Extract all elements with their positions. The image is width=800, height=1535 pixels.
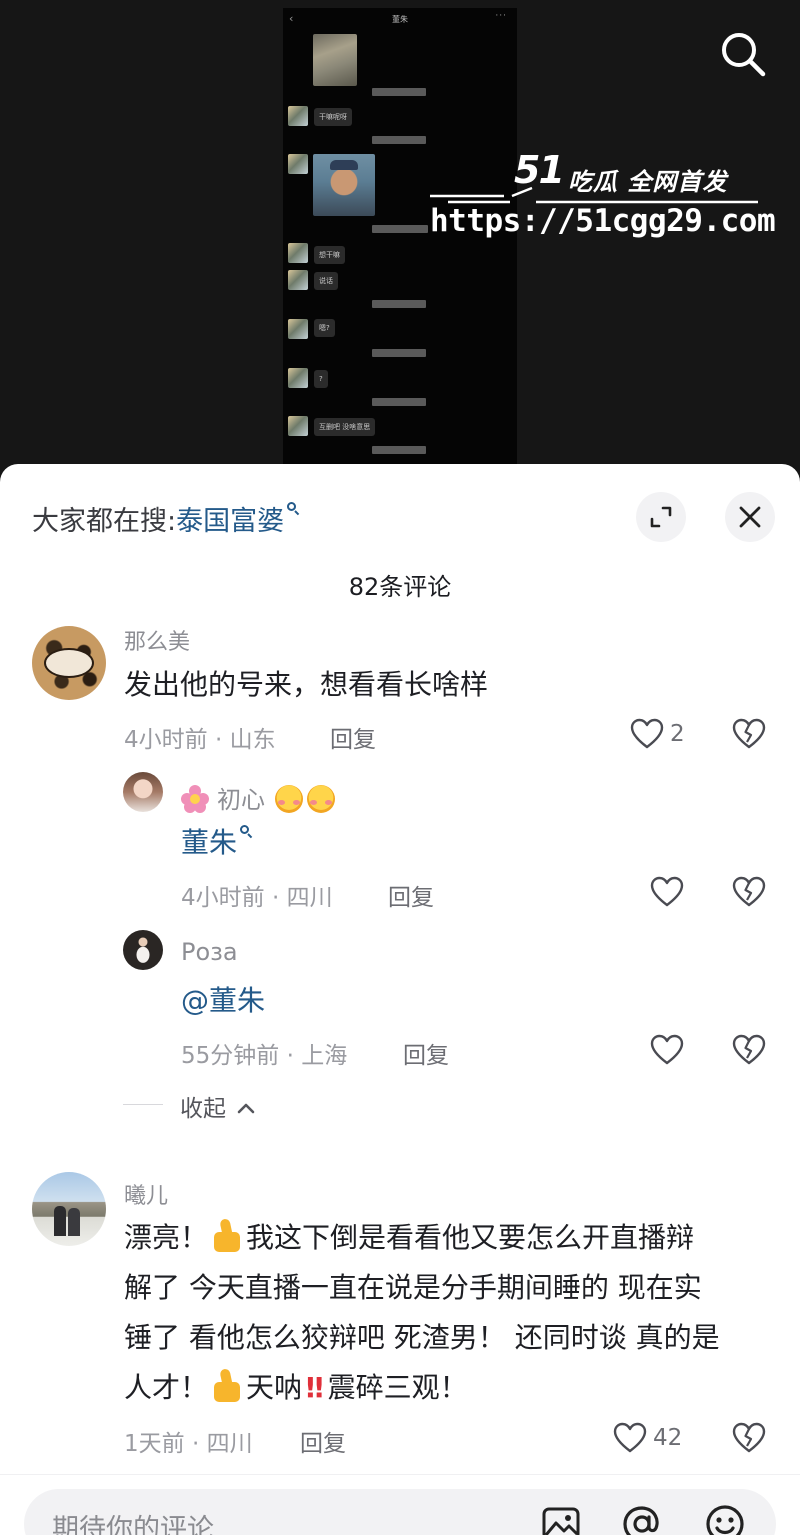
search-small-icon: [239, 822, 253, 840]
broken-heart-icon[interactable]: [732, 1422, 766, 1454]
chat-timestamp: [372, 300, 426, 308]
comment-count-title: 82条评论: [348, 573, 452, 601]
watermark-logo-number: 51: [514, 148, 565, 192]
chat-header: ‹ 董朱 ···: [283, 8, 517, 34]
expand-icon: [650, 506, 672, 528]
watermark-tagline: 吃瓜 全网首发: [568, 168, 728, 196]
comment-text-line: 锤了 看他怎么狡辩吧 死渣男！ 还同时谈 真的是: [124, 1321, 720, 1354]
close-button[interactable]: [725, 492, 775, 542]
comment-meta: 1天前 · 四川: [124, 1431, 253, 1457]
heart-icon[interactable]: [650, 1034, 684, 1066]
comment-text-segment: 漂亮！: [124, 1221, 209, 1254]
at-icon[interactable]: [621, 1503, 663, 1535]
chat-avatar: [288, 368, 308, 388]
double-exclamation-emoji-icon: !!: [304, 1371, 325, 1404]
expand-button[interactable]: [636, 492, 686, 542]
avatar[interactable]: [32, 626, 106, 700]
like-button[interactable]: 2: [630, 718, 685, 750]
reply-button[interactable]: 回复: [300, 1424, 346, 1458]
chat-timestamp: [372, 225, 428, 233]
comment-text-line: 人才！ 天呐!! 震碎三观！: [124, 1363, 468, 1413]
chat-text-message: 嗯?: [314, 319, 335, 337]
comment-mention[interactable]: @董朱: [181, 976, 265, 1026]
chat-text-message: 干嘛呢呀: [314, 108, 352, 126]
comment-text-segment: 人才！: [124, 1371, 209, 1404]
chat-avatar: [288, 243, 308, 263]
hot-search-term[interactable]: 泰国富婆: [176, 506, 284, 537]
comment-text-segment: 天呐: [246, 1371, 303, 1404]
chat-text-message: 说话: [314, 272, 338, 290]
chat-timestamp: [372, 398, 426, 406]
comment-username[interactable]: 初心: [181, 780, 337, 815]
broken-heart-icon[interactable]: [732, 1034, 766, 1066]
heart-icon[interactable]: [650, 876, 684, 908]
watermark-url: https://51cgg29.com: [430, 203, 776, 239]
comment-meta: 55分钟前 · 上海: [181, 1043, 348, 1069]
comment-username[interactable]: Роза: [181, 938, 238, 966]
chat-text-message: 互删吧 没啥意思: [314, 418, 376, 436]
reply-button[interactable]: 回复: [403, 1036, 449, 1070]
chevron-up-icon: [238, 1103, 255, 1114]
input-divider: [0, 1474, 800, 1475]
chat-image-message: [313, 34, 357, 86]
comment-text-line: 漂亮！ 我这下倒是看看他又要怎么开直播辩: [124, 1213, 694, 1263]
search-small-icon: [286, 499, 300, 517]
like-count: 2: [670, 721, 685, 747]
emoji-icon[interactable]: [704, 1503, 746, 1535]
smiling-hearts-emoji-icon: [274, 785, 303, 813]
collapse-divider: [123, 1104, 163, 1105]
reply-button[interactable]: 回复: [330, 720, 376, 754]
chat-avatar: [288, 319, 308, 339]
video-area[interactable]: ‹ 董朱 ··· 干嘛呢呀 想干嘛 说话 嗯? ? 互删吧 没啥意思 51 吃瓜…: [0, 0, 800, 490]
comment-meta: 4小时前 · 四川: [181, 885, 333, 911]
avatar[interactable]: [32, 1172, 106, 1246]
comment-meta: 4小时前 · 山东: [124, 727, 276, 753]
broken-heart-icon[interactable]: [732, 876, 766, 908]
heart-icon: [630, 718, 664, 749]
broken-heart-icon[interactable]: [732, 718, 766, 750]
chat-timestamp: [372, 136, 426, 144]
comment-username[interactable]: 那么美: [124, 624, 190, 656]
hot-search-label: 大家都在搜:: [32, 506, 177, 537]
comment-mention[interactable]: 董朱: [181, 818, 253, 868]
chat-avatar: [288, 154, 308, 174]
close-icon: [739, 506, 761, 528]
smiling-hearts-emoji-icon: [306, 785, 335, 813]
collapse-replies-button[interactable]: 收起: [180, 1089, 255, 1123]
comment-input-bar[interactable]: 期待你的评论: [24, 1489, 776, 1535]
thumbs-up-emoji-icon: [212, 1369, 242, 1403]
chat-timestamp: [372, 88, 426, 96]
comment-username[interactable]: 曦儿: [124, 1178, 168, 1210]
collapse-label: 收起: [180, 1096, 226, 1122]
chat-timestamp: [372, 446, 426, 454]
flower-emoji-icon: [181, 785, 209, 813]
comment-text-segment: 震碎三观！: [327, 1371, 468, 1404]
chat-timestamp: [372, 349, 426, 357]
chat-image-message: [313, 154, 375, 216]
thumbs-up-emoji-icon: [212, 1219, 242, 1253]
chat-more-icon: ···: [495, 11, 507, 21]
chat-title: 董朱: [392, 15, 408, 24]
chat-avatar: [288, 416, 308, 436]
image-icon[interactable]: [540, 1503, 582, 1535]
comment-mention-text: 董朱: [181, 826, 238, 859]
search-icon[interactable]: [714, 26, 770, 82]
heart-icon: [613, 1422, 647, 1453]
chat-avatar: [288, 106, 308, 126]
comment-username-text: 初心: [217, 786, 265, 814]
like-count: 42: [653, 1425, 683, 1451]
chat-text-message: ?: [314, 370, 328, 388]
comment-input-placeholder[interactable]: 期待你的评论: [52, 1507, 214, 1535]
avatar[interactable]: [123, 772, 163, 812]
reply-button[interactable]: 回复: [388, 878, 434, 912]
like-button[interactable]: 42: [613, 1422, 682, 1454]
avatar[interactable]: [123, 930, 163, 970]
chat-text-message: 想干嘛: [314, 246, 345, 264]
comment-text-line: 解了 今天直播一直在说是分手期间睡的 现在实: [124, 1271, 702, 1304]
comment-sheet: 大家都在搜:泰国富婆 82条评论 那么美 发出他的号来，想看看长啥样 4小时前 …: [0, 464, 800, 1535]
chat-avatar: [288, 270, 308, 290]
comment-text: 发出他的号来，想看看长啥样: [124, 668, 489, 701]
hot-search-banner[interactable]: 大家都在搜:泰国富婆: [32, 499, 300, 538]
comment-text-segment: 我这下倒是看看他又要怎么开直播辩: [246, 1221, 695, 1254]
